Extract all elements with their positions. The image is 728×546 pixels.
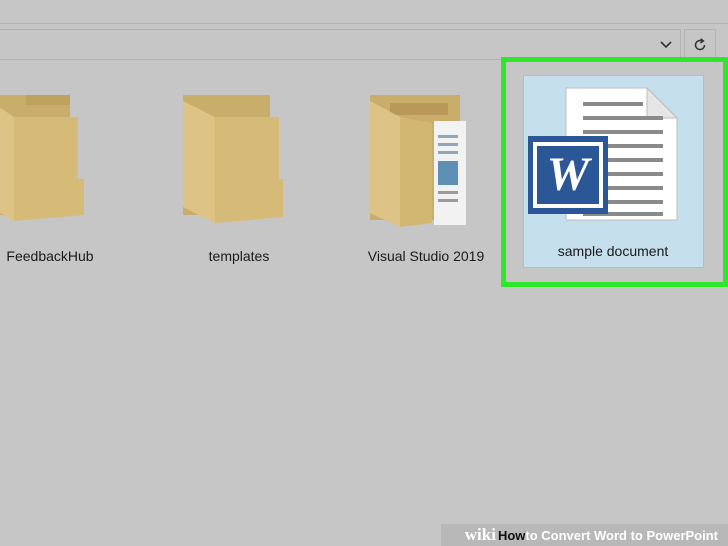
folder-icon xyxy=(370,95,466,227)
svg-text:W: W xyxy=(547,148,593,201)
folder-label: templates xyxy=(208,248,270,264)
folder-label: FeedbackHub xyxy=(6,248,94,264)
watermark-title: to Convert Word to PowerPoint xyxy=(525,527,718,543)
folder-icon xyxy=(183,95,283,223)
window-top-strip xyxy=(0,0,728,24)
chevron-down-icon[interactable] xyxy=(655,29,677,60)
watermark-how: How xyxy=(497,527,526,543)
folder-item-visual-studio-2019[interactable]: Visual Studio 2019 xyxy=(360,95,495,270)
watermark: wiki How to Convert Word to PowerPoint xyxy=(441,524,728,546)
folder-icon xyxy=(0,95,84,221)
refresh-icon xyxy=(694,37,706,50)
folder-item-feedbackhub[interactable]: FeedbackHub xyxy=(0,95,100,270)
address-bar[interactable] xyxy=(0,29,681,60)
watermark-brand: wiki xyxy=(464,525,496,544)
file-label: sample document xyxy=(557,243,669,259)
word-document-icon: W xyxy=(528,86,679,221)
folder-item-templates[interactable]: templates xyxy=(180,95,300,270)
refresh-button[interactable] xyxy=(684,29,716,60)
folder-label: Visual Studio 2019 xyxy=(367,248,485,264)
